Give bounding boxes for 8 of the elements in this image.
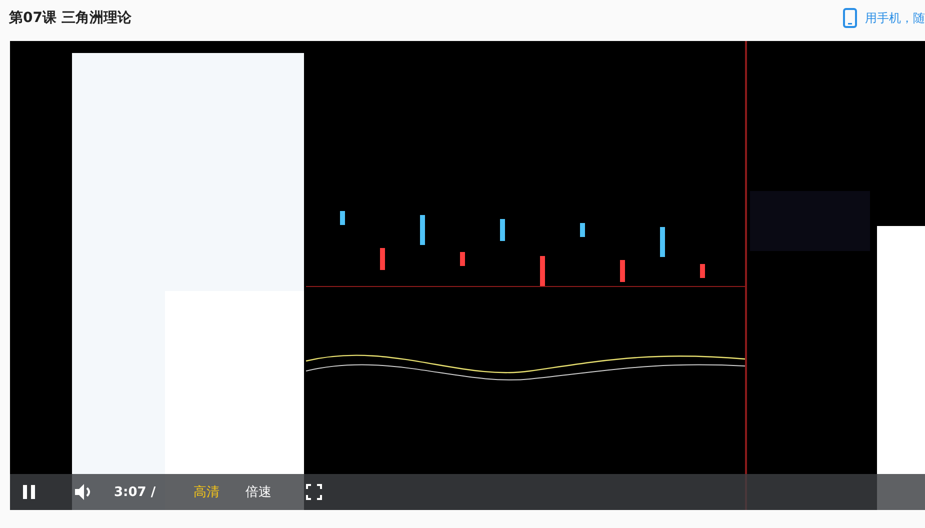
lesson-title: 第07课 三角洲理论	[9, 9, 132, 27]
playback-time: 3:07 /	[114, 484, 156, 500]
mobile-link[interactable]: 用手机，随	[843, 8, 925, 28]
pause-button[interactable]	[22, 484, 36, 500]
fullscreen-button[interactable]	[306, 484, 322, 500]
player-option-button[interactable]: 高清	[188, 483, 226, 501]
player-option-button[interactable]: 倍速	[240, 483, 278, 501]
phone-icon	[843, 8, 857, 28]
